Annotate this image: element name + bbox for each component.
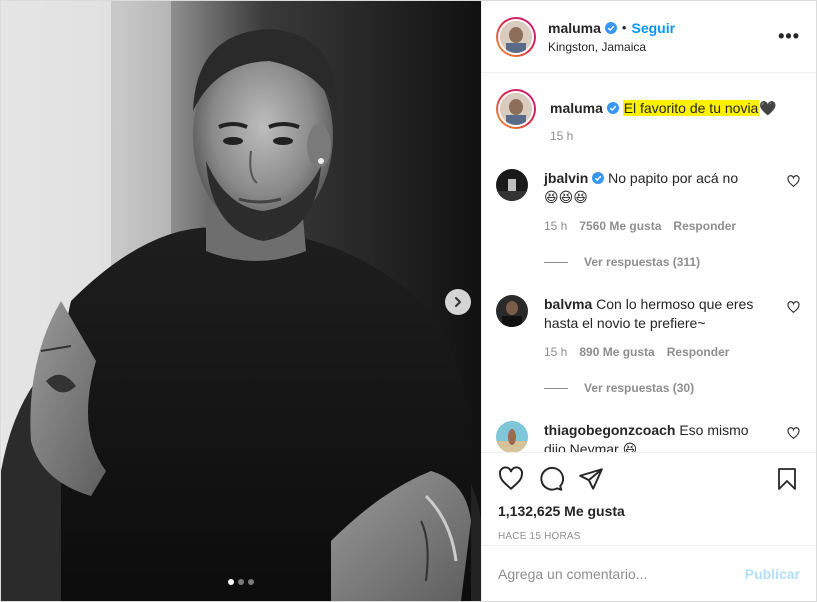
- author-username[interactable]: maluma: [548, 20, 601, 36]
- comment-item: jbalvin No papito por acá no 😆😆😆 15 h 75…: [496, 169, 802, 269]
- verified-badge-icon: [604, 21, 617, 34]
- view-replies-label: Ver respuestas (311): [584, 255, 701, 269]
- avatar-image: [500, 20, 532, 53]
- comment-username[interactable]: jbalvin: [544, 170, 588, 186]
- follow-button[interactable]: Seguir: [631, 20, 675, 36]
- avatar-image: [496, 421, 528, 452]
- caption-time[interactable]: 15 h: [550, 129, 777, 143]
- comment-likes[interactable]: 890 Me gusta: [579, 345, 654, 359]
- post-actions: 1,132,625 Me gusta HACE 15 HORAS: [482, 452, 816, 545]
- comment-text: No papito por acá no: [608, 170, 739, 186]
- comment-input[interactable]: [498, 565, 745, 582]
- save-bookmark-icon[interactable]: [774, 466, 800, 492]
- reply-button[interactable]: Responder: [667, 345, 730, 359]
- comment-time[interactable]: 15 h: [544, 219, 567, 233]
- carousel-dot: [228, 579, 234, 585]
- next-photo-button[interactable]: [445, 289, 471, 315]
- commenter-avatar[interactable]: [496, 295, 528, 327]
- laughing-emoji: 😆😆😆: [544, 189, 588, 205]
- carousel-dot: [248, 579, 254, 585]
- author-avatar[interactable]: [496, 16, 536, 57]
- caption-avatar[interactable]: [496, 89, 536, 129]
- verified-badge-icon: [606, 102, 619, 114]
- like-comment-heart-icon[interactable]: [787, 301, 800, 314]
- post-header: maluma • Seguir Kingston, Jamaica •••: [482, 1, 816, 73]
- comment-item: balvma Con lo hermoso que eres hasta el …: [496, 295, 802, 395]
- view-replies-button[interactable]: Ver respuestas (311): [544, 255, 774, 269]
- more-options-icon[interactable]: •••: [778, 27, 800, 45]
- reply-button[interactable]: Responder: [673, 219, 736, 233]
- carousel-indicator: [1, 579, 481, 585]
- post-details-panel: maluma • Seguir Kingston, Jamaica ••• ma…: [481, 1, 816, 601]
- avatar-image: [500, 93, 532, 125]
- instagram-post: maluma • Seguir Kingston, Jamaica ••• ma…: [0, 0, 817, 602]
- post-location[interactable]: Kingston, Jamaica: [548, 40, 675, 54]
- post-timestamp[interactable]: HACE 15 HORAS: [498, 531, 800, 542]
- comment-bubble-icon[interactable]: [538, 466, 564, 492]
- commenter-avatar[interactable]: [496, 169, 528, 201]
- comments-list[interactable]: maluma El favorito de tu novia🖤 15 h jba…: [482, 73, 816, 452]
- commenter-avatar[interactable]: [496, 421, 528, 452]
- comment-item: thiagobegonzcoach Eso mismo dijo Neymar …: [496, 421, 802, 452]
- view-replies-button[interactable]: Ver respuestas (30): [544, 381, 774, 395]
- like-count[interactable]: 1,132,625 Me gusta: [498, 503, 800, 519]
- like-comment-heart-icon[interactable]: [787, 175, 800, 188]
- publish-button[interactable]: Publicar: [745, 566, 800, 582]
- comment-likes[interactable]: 7560 Me gusta: [579, 219, 661, 233]
- carousel-dot: [238, 579, 244, 585]
- share-paper-plane-icon[interactable]: [578, 466, 604, 492]
- like-comment-heart-icon[interactable]: [787, 427, 800, 440]
- caption-username[interactable]: maluma: [550, 100, 603, 116]
- post-caption: maluma El favorito de tu novia🖤 15 h: [496, 89, 802, 143]
- avatar-image: [496, 169, 528, 201]
- like-heart-icon[interactable]: [498, 466, 524, 492]
- separator-dot: •: [621, 20, 627, 35]
- comment-time[interactable]: 15 h: [544, 345, 567, 359]
- comment-username[interactable]: balvma: [544, 296, 592, 312]
- view-replies-label: Ver respuestas (30): [584, 381, 695, 395]
- caption-text: El favorito de tu novia: [622, 100, 760, 116]
- chevron-right-icon: [455, 297, 461, 307]
- post-media[interactable]: [1, 1, 481, 601]
- post-photo: [1, 1, 481, 601]
- add-comment-bar: Publicar: [482, 545, 816, 601]
- verified-badge-icon: [592, 172, 605, 184]
- laughing-emoji: 😆: [622, 441, 638, 452]
- black-heart-emoji: 🖤: [759, 100, 777, 116]
- avatar-image: [496, 295, 528, 327]
- comment-username[interactable]: thiagobegonzcoach: [544, 422, 675, 438]
